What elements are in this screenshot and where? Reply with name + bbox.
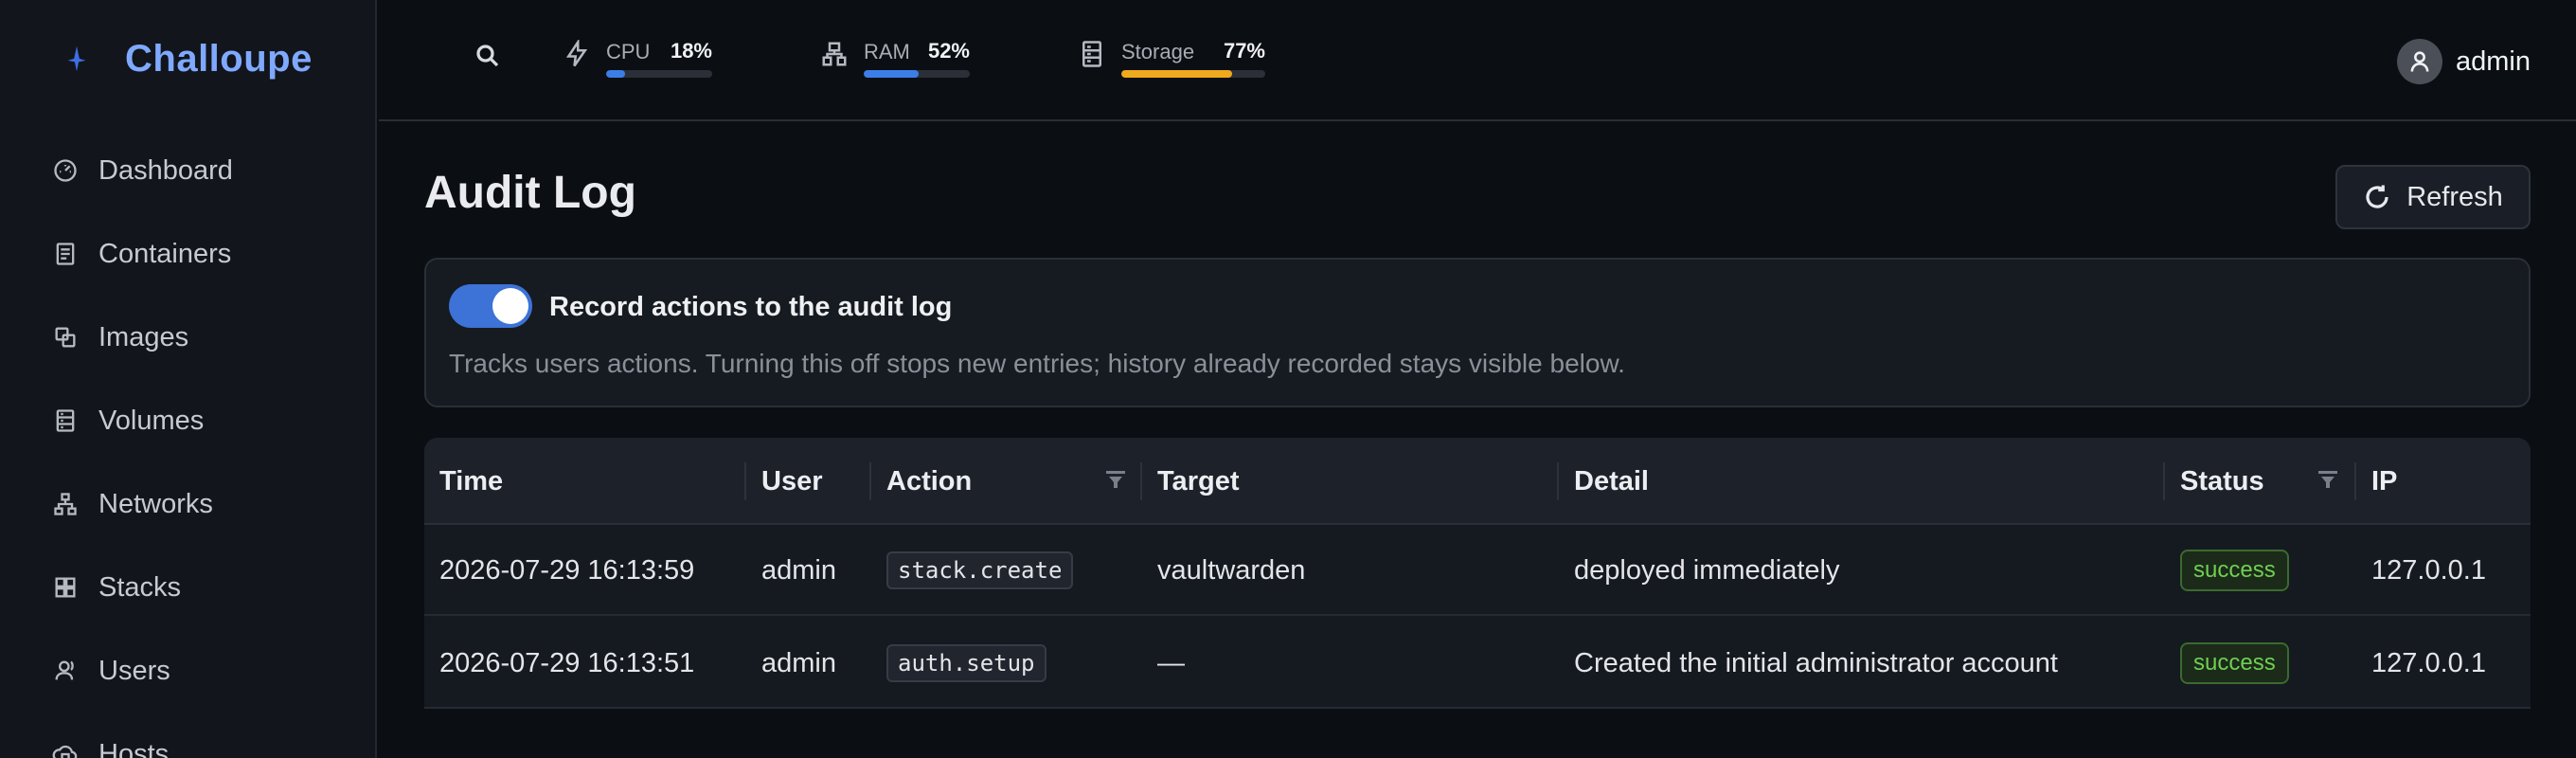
- hosts-icon: [51, 740, 80, 758]
- filter-icon[interactable]: [1104, 468, 1129, 493]
- toggle-knob: [492, 288, 528, 324]
- network-icon: [51, 490, 80, 518]
- table-row[interactable]: 2026-07-29 16:13:59 admin stack.create v…: [424, 525, 2531, 616]
- cell-user: admin: [761, 647, 836, 678]
- cell-action: auth.setup: [871, 618, 1046, 709]
- sidebar-item-containers[interactable]: Containers: [0, 212, 375, 296]
- search-icon: [476, 45, 499, 67]
- sidebar-item-dashboard[interactable]: Dashboard: [0, 129, 375, 212]
- cell-action: stack.create: [871, 525, 1074, 616]
- app-name: Challoupe: [125, 37, 313, 80]
- bolt-icon: [563, 38, 593, 70]
- metric-storage: Storage 77%: [1078, 36, 1265, 83]
- metric-bar: [864, 70, 970, 78]
- images-icon: [51, 323, 80, 352]
- username: admin: [2456, 45, 2531, 77]
- sidebar-item-label: Networks: [98, 488, 213, 519]
- column-header-time[interactable]: Time: [424, 438, 503, 525]
- column-header-action[interactable]: Action: [871, 438, 972, 525]
- metric-bar-fill: [606, 70, 626, 78]
- cell-ip: 127.0.0.1: [2371, 554, 2486, 586]
- sidebar-item-label: Stacks: [98, 571, 182, 603]
- sidebar-item-label: Hosts: [98, 738, 170, 758]
- column-header-user[interactable]: User: [746, 438, 823, 525]
- sidebar-item-hosts[interactable]: Hosts: [0, 713, 375, 758]
- refresh-icon: [2366, 185, 2388, 208]
- audit-description: Tracks users actions. Turning this off s…: [449, 349, 1625, 378]
- sidebar-item-volumes[interactable]: Volumes: [0, 379, 375, 462]
- stacks-icon: [51, 573, 80, 602]
- column-header-detail[interactable]: Detail: [1559, 438, 1649, 525]
- action-code: auth.setup: [886, 644, 1046, 682]
- cell-detail: Created the initial administrator accoun…: [1574, 647, 2058, 678]
- metric-bar: [606, 70, 712, 78]
- cell-status: success: [2165, 525, 2289, 616]
- metric-bar-fill: [864, 70, 920, 78]
- filter-icon[interactable]: [2317, 468, 2341, 493]
- table-header: Time User Action Target Detail Status IP: [424, 438, 2531, 525]
- status-badge: success: [2180, 550, 2289, 591]
- audit-settings-card: Record actions to the audit log Tracks u…: [424, 258, 2531, 407]
- metric-label: Storage: [1121, 40, 1195, 63]
- brand[interactable]: Challoupe: [59, 30, 313, 87]
- column-header-ip[interactable]: IP: [2356, 438, 2397, 525]
- action-code: stack.create: [886, 551, 1074, 589]
- sidebar-item-label: Containers: [98, 238, 232, 269]
- sidebar-item-label: Dashboard: [98, 154, 233, 186]
- user-icon: [2410, 51, 2429, 72]
- audit-toggle[interactable]: [449, 284, 532, 328]
- cell-target: vaultwarden: [1157, 554, 1306, 586]
- volume-icon: [51, 406, 80, 435]
- sidebar-item-images[interactable]: Images: [0, 296, 375, 379]
- search-button[interactable]: [474, 42, 508, 76]
- sidebar: Challoupe Dashboard Containers Images Vo…: [0, 0, 377, 758]
- sidebar-item-label: Users: [98, 655, 170, 686]
- sidebar-item-stacks[interactable]: Stacks: [0, 546, 375, 629]
- cell-target: —: [1157, 647, 1185, 678]
- metric-value: 18%: [670, 39, 712, 63]
- metric-label: CPU: [606, 40, 651, 63]
- column-header-target[interactable]: Target: [1142, 438, 1239, 525]
- metric-bar: [1121, 70, 1265, 78]
- logo-icon: [67, 45, 86, 72]
- audit-toggle-label: Record actions to the audit log: [549, 292, 953, 322]
- metric-bar-fill: [1121, 70, 1233, 78]
- metric-label: RAM: [864, 40, 910, 63]
- topbar: CPU 18% RAM 52% Storage 77% admin: [379, 0, 2576, 121]
- cell-status: success: [2165, 618, 2289, 709]
- refresh-button[interactable]: Refresh: [2335, 165, 2531, 229]
- dashboard-icon: [51, 156, 80, 185]
- user-menu[interactable]: admin: [2397, 38, 2531, 85]
- users-icon: [51, 657, 80, 685]
- sidebar-item-label: Volumes: [98, 405, 205, 436]
- refresh-label: Refresh: [2406, 181, 2503, 212]
- page-title: Audit Log: [424, 168, 636, 218]
- metric-cpu: CPU 18%: [563, 36, 712, 83]
- status-badge: success: [2180, 642, 2289, 684]
- sidebar-item-networks[interactable]: Networks: [0, 462, 375, 546]
- sidebar-item-label: Images: [98, 321, 189, 352]
- cell-detail: deployed immediately: [1574, 554, 1840, 586]
- cell-user: admin: [761, 554, 836, 586]
- metric-value: 77%: [1223, 39, 1265, 63]
- cell-time: 2026-07-29 16:13:51: [439, 647, 695, 678]
- cell-time: 2026-07-29 16:13:59: [439, 554, 695, 586]
- network-icon: [820, 40, 850, 70]
- metric-ram: RAM 52%: [820, 36, 970, 83]
- column-header-status[interactable]: Status: [2165, 438, 2264, 525]
- metric-value: 52%: [927, 39, 970, 63]
- container-icon: [51, 240, 80, 268]
- sidebar-nav: Dashboard Containers Images Volumes Netw…: [0, 129, 375, 758]
- cell-ip: 127.0.0.1: [2371, 647, 2486, 678]
- audit-table: Time User Action Target Detail Status IP…: [424, 438, 2531, 709]
- table-row[interactable]: 2026-07-29 16:13:51 admin auth.setup — C…: [424, 618, 2531, 709]
- sidebar-item-users[interactable]: Users: [0, 629, 375, 713]
- avatar: [2397, 39, 2442, 84]
- storage-icon: [1078, 40, 1108, 70]
